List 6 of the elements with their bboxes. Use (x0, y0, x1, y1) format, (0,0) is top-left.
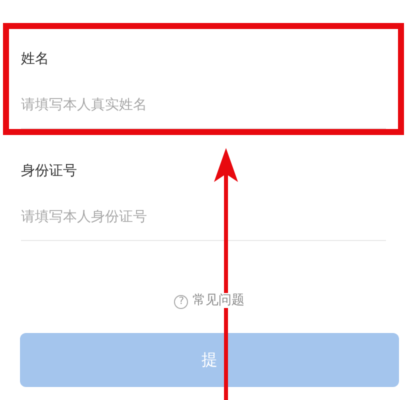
input-field[interactable]: 请填写本人身份证号 (21, 193, 386, 241)
input-field[interactable]: 请填写本人真实姓名 (21, 81, 386, 129)
field-label: 姓名 (21, 50, 50, 69)
faq-link[interactable]: ? 常见问题 (172, 293, 247, 308)
question-icon: ? (174, 294, 188, 308)
field-label: 身份证号 (21, 162, 78, 181)
